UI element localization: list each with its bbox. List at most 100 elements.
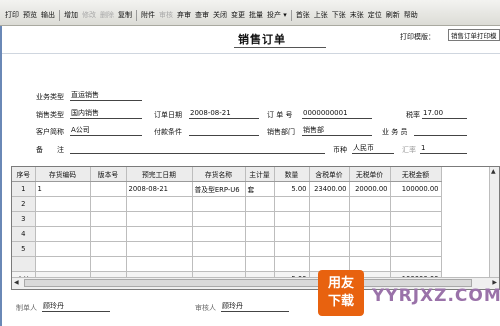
tax-rate-field[interactable]: 17.00: [422, 109, 467, 119]
table-cell[interactable]: [126, 256, 193, 272]
column-header[interactable]: 数量: [274, 167, 310, 182]
column-header[interactable]: 无税金额: [390, 167, 442, 182]
table-cell[interactable]: [192, 226, 246, 242]
add-button[interactable]: 增加: [62, 9, 80, 25]
table-cell[interactable]: 20000.00: [349, 181, 391, 197]
preview-button[interactable]: 预览: [21, 9, 39, 25]
table-cell[interactable]: [309, 226, 350, 242]
print-template-select[interactable]: 销售订单打印模: [448, 29, 500, 41]
table-cell[interactable]: [35, 226, 91, 242]
table-cell[interactable]: [274, 196, 310, 212]
table-cell[interactable]: [245, 211, 275, 227]
column-header[interactable]: 含税单价: [309, 167, 350, 182]
table-cell[interactable]: [349, 226, 391, 242]
vertical-scrollbar[interactable]: ▲: [489, 167, 499, 277]
table-cell[interactable]: [349, 241, 391, 257]
refresh-button[interactable]: 刷新: [384, 9, 402, 25]
table-cell[interactable]: 5.00: [274, 181, 310, 197]
table-cell[interactable]: [126, 241, 193, 257]
table-cell[interactable]: [274, 256, 310, 272]
table-cell[interactable]: [192, 241, 246, 257]
table-cell[interactable]: [349, 196, 391, 212]
table-cell[interactable]: [192, 211, 246, 227]
table-row[interactable]: [12, 256, 442, 272]
column-header[interactable]: 无税单价: [349, 167, 391, 182]
table-cell[interactable]: [309, 211, 350, 227]
delete-button[interactable]: 删除: [98, 9, 116, 25]
table-cell[interactable]: [274, 241, 310, 257]
table-cell[interactable]: [245, 256, 275, 272]
payment-terms-field[interactable]: [189, 126, 259, 136]
table-cell[interactable]: 100000.00: [390, 181, 442, 197]
prev-record-button[interactable]: 上张: [312, 9, 330, 25]
table-cell[interactable]: 普及型ERP-U6: [192, 181, 246, 197]
currency-field[interactable]: 人民币: [352, 144, 394, 154]
copy-button[interactable]: 复制: [116, 9, 134, 25]
locate-button[interactable]: 定位: [366, 9, 384, 25]
table-cell[interactable]: [245, 226, 275, 242]
table-cell[interactable]: [245, 241, 275, 257]
production-dropdown[interactable]: 投产 ▾: [265, 9, 289, 25]
column-header[interactable]: 存货编码: [35, 167, 91, 182]
column-header[interactable]: 主计量: [245, 167, 275, 182]
table-cell[interactable]: [35, 241, 91, 257]
scroll-left-icon[interactable]: ◀: [14, 279, 19, 286]
table-cell[interactable]: [126, 226, 193, 242]
table-cell[interactable]: [90, 181, 127, 197]
column-header[interactable]: 存货名称: [192, 167, 246, 182]
table-cell[interactable]: [126, 211, 193, 227]
table-cell[interactable]: [192, 256, 246, 272]
next-record-button[interactable]: 下张: [330, 9, 348, 25]
sales-type-field[interactable]: 国内销售: [70, 109, 142, 119]
customer-field[interactable]: A公司: [70, 126, 142, 136]
scroll-right-icon[interactable]: ▶: [492, 279, 497, 286]
table-cell[interactable]: [390, 241, 442, 257]
table-cell[interactable]: [35, 211, 91, 227]
table-cell[interactable]: [390, 196, 442, 212]
table-cell[interactable]: [349, 211, 391, 227]
table-cell[interactable]: [126, 196, 193, 212]
audit-button[interactable]: 审核: [157, 9, 175, 25]
first-record-button[interactable]: 首张: [294, 9, 312, 25]
table-row[interactable]: 4: [12, 226, 442, 242]
table-row[interactable]: 2: [12, 196, 442, 212]
batch-button[interactable]: 批量: [247, 9, 265, 25]
export-button[interactable]: 输出: [39, 9, 57, 25]
table-cell[interactable]: [35, 196, 91, 212]
table-cell[interactable]: [90, 196, 127, 212]
table-cell[interactable]: [309, 241, 350, 257]
table-cell[interactable]: [390, 256, 442, 272]
exchange-rate-field[interactable]: 1: [420, 144, 467, 154]
table-cell[interactable]: 套: [245, 181, 275, 197]
table-cell[interactable]: [192, 196, 246, 212]
order-no-field[interactable]: 0000000001: [302, 109, 372, 119]
remark-field[interactable]: [70, 144, 325, 154]
table-row[interactable]: 3: [12, 211, 442, 227]
table-cell[interactable]: [90, 211, 127, 227]
table-cell[interactable]: [274, 211, 310, 227]
sales-dept-field[interactable]: 销售部: [302, 126, 372, 136]
edit-button[interactable]: 修改: [80, 9, 98, 25]
print-button[interactable]: 打印: [3, 9, 21, 25]
table-cell[interactable]: 1: [35, 181, 91, 197]
salesman-field[interactable]: [414, 126, 467, 136]
table-cell[interactable]: [390, 226, 442, 242]
column-header[interactable]: 预完工日期: [126, 167, 193, 182]
table-cell[interactable]: 2008-08-21: [126, 181, 193, 197]
table-cell[interactable]: [90, 256, 127, 272]
help-button[interactable]: 帮助: [402, 9, 420, 25]
business-type-field[interactable]: 直运销售: [70, 91, 142, 101]
table-cell[interactable]: [274, 226, 310, 242]
table-row[interactable]: 1 1 2008-08-21 普及型ERP-U6 套 5.00 23400.00…: [12, 181, 442, 197]
column-header[interactable]: 版本号: [90, 167, 127, 182]
change-button[interactable]: 变更: [229, 9, 247, 25]
table-cell[interactable]: [90, 241, 127, 257]
order-date-field[interactable]: 2008-08-21: [189, 109, 259, 119]
query-audit-button[interactable]: 查审: [193, 9, 211, 25]
table-cell[interactable]: [309, 196, 350, 212]
column-header[interactable]: 序号: [12, 167, 36, 182]
table-cell[interactable]: [35, 256, 91, 272]
last-record-button[interactable]: 末张: [348, 9, 366, 25]
table-cell[interactable]: [90, 226, 127, 242]
unaudit-button[interactable]: 弃审: [175, 9, 193, 25]
